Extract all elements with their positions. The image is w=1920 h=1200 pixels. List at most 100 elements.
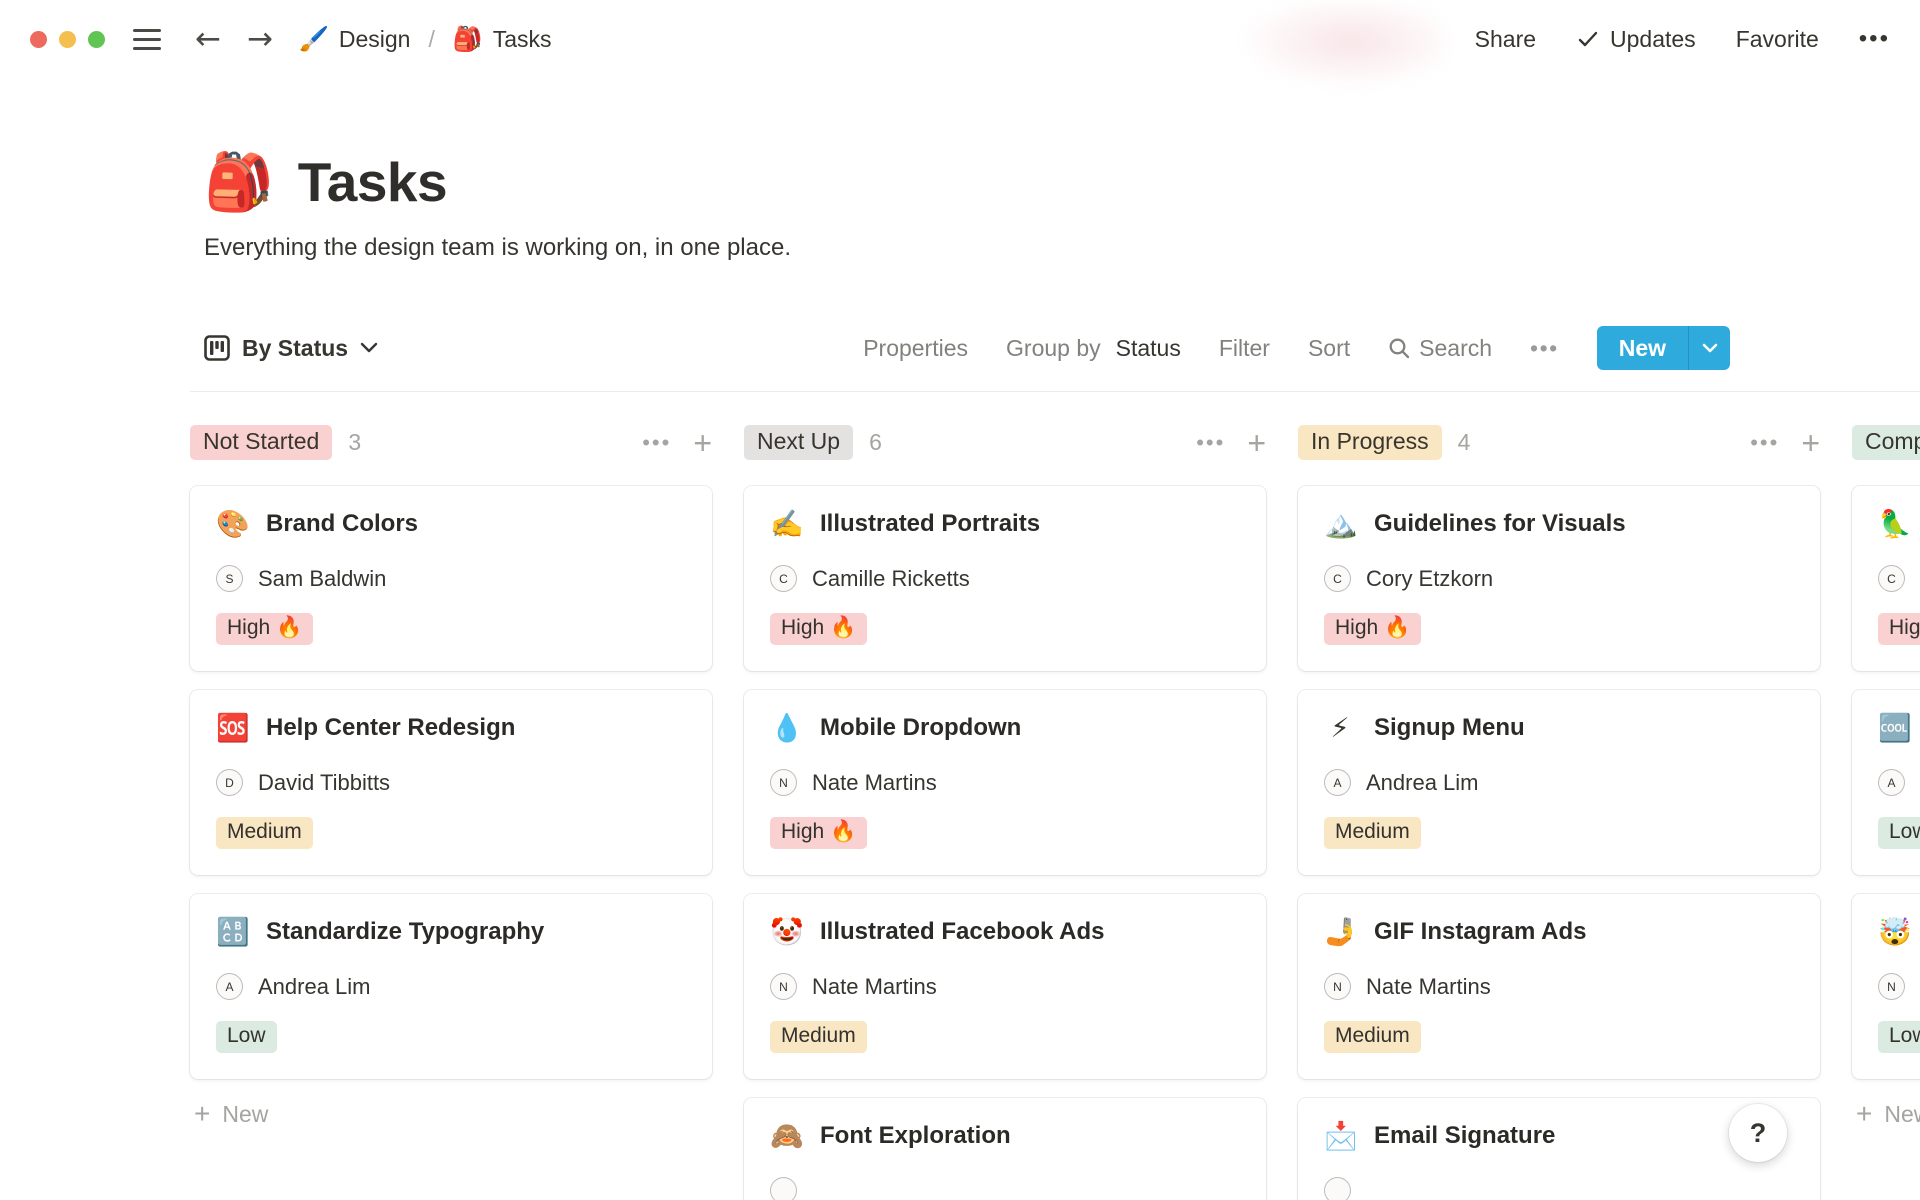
- minimize-window-icon[interactable]: [59, 30, 76, 48]
- card-title-row: 🆒E: [1878, 714, 1920, 742]
- task-icon-illustrated-portraits: ✍️: [770, 508, 804, 539]
- task-icon-e: 🆒: [1878, 712, 1912, 743]
- status-label-completed[interactable]: Completed: [1852, 425, 1920, 460]
- filter-button[interactable]: Filter: [1219, 335, 1270, 362]
- new-button-group: New: [1596, 326, 1730, 370]
- more-options-button[interactable]: •••: [1859, 25, 1890, 53]
- priority-badge: High 🔥: [770, 613, 868, 645]
- assignee-row: CC: [1878, 565, 1920, 592]
- column-more-icon[interactable]: •••: [642, 430, 671, 456]
- task-card-mobile-dropdown[interactable]: 💧 Mobile Dropdown N Nate Martins High 🔥: [744, 690, 1266, 875]
- new-dropdown-button[interactable]: [1688, 326, 1730, 370]
- maximize-window-icon[interactable]: [88, 30, 105, 48]
- column-header-actions: ••• +: [642, 427, 712, 459]
- task-card-u[interactable]: 🦜U CC High: [1852, 486, 1920, 671]
- task-card-guidelines-for-visuals[interactable]: 🏔️ Guidelines for Visuals C Cory Etzkorn Hig…: [1298, 486, 1820, 671]
- avatar: N: [770, 973, 797, 1000]
- back-arrow-icon[interactable]: ←: [195, 23, 221, 55]
- column-header-completed: Completed•••+: [1852, 425, 1920, 460]
- task-title: Mobile Dropdown: [820, 714, 1022, 741]
- card-title-row: ✍️ Illustrated Portraits: [770, 510, 1240, 538]
- avatar: N: [1878, 973, 1905, 1000]
- page-subtitle: Everything the design team is working on…: [204, 234, 792, 261]
- column-more-icon[interactable]: •••: [1196, 430, 1225, 456]
- task-title: Guidelines for Visuals: [1374, 510, 1626, 537]
- plus-icon: +: [1856, 1098, 1873, 1129]
- sidebar-menu-icon[interactable]: [133, 28, 161, 50]
- toolbar-more-button[interactable]: •••: [1530, 335, 1559, 362]
- new-button[interactable]: New: [1596, 326, 1688, 370]
- task-icon-email-signature: 📩: [1324, 1120, 1358, 1151]
- priority-badge: Low: [216, 1021, 277, 1053]
- board-view-icon: [204, 335, 230, 361]
- search-button[interactable]: Search: [1388, 335, 1492, 362]
- sort-button[interactable]: Sort: [1308, 335, 1350, 362]
- task-icon-font-exploration: 🙈: [770, 1120, 804, 1151]
- task-card-e[interactable]: 🆒E AA Low: [1852, 690, 1920, 875]
- column-header-actions: ••• +: [1750, 427, 1820, 459]
- close-window-icon[interactable]: [30, 30, 47, 48]
- card-title-row: 🏔️ Guidelines for Visuals: [1324, 510, 1794, 538]
- task-card-illustrated-portraits[interactable]: ✍️ Illustrated Portraits C Camille Ricketts…: [744, 486, 1266, 671]
- column-more-icon[interactable]: •••: [1750, 430, 1779, 456]
- column-add-icon[interactable]: +: [693, 427, 712, 459]
- column-new-button[interactable]: + New: [190, 1098, 712, 1130]
- priority-badge: Medium: [1324, 1021, 1421, 1053]
- card-title-row: 🎨 Brand Colors: [216, 510, 686, 538]
- task-card-font-exploration[interactable]: 🙈 Font Exploration: [744, 1098, 1266, 1200]
- breadcrumb-design[interactable]: Design: [339, 26, 411, 53]
- assignee-row: N Nate Martins: [1324, 973, 1794, 1000]
- column-count: 6: [869, 429, 882, 455]
- task-card-help-center-redesign[interactable]: 🆘 Help Center Redesign D David Tibbitts Medi…: [190, 690, 712, 875]
- assignee-row: C Cory Etzkorn: [1324, 565, 1794, 592]
- task-card-signup-menu[interactable]: ⚡ Signup Menu A Andrea Lim Medium: [1298, 690, 1820, 875]
- forward-arrow-icon[interactable]: →: [247, 23, 273, 55]
- help-button[interactable]: ?: [1729, 1104, 1787, 1162]
- status-label-in-progress[interactable]: In Progress: [1298, 425, 1442, 460]
- card-title-row: 📩 Email Signature: [1324, 1122, 1794, 1150]
- task-title: Email Signature: [1374, 1122, 1556, 1149]
- avatar: A: [1878, 769, 1905, 796]
- card-title-row: 🦜U: [1878, 510, 1920, 538]
- priority-badge: High: [1878, 613, 1920, 645]
- new-label: New: [1884, 1100, 1920, 1127]
- updates-button[interactable]: Updates: [1576, 26, 1696, 53]
- task-card-h[interactable]: 🤯H NN Low: [1852, 894, 1920, 1079]
- chevron-down-icon: [1702, 343, 1717, 352]
- favorite-button[interactable]: Favorite: [1736, 26, 1819, 53]
- avatar: C: [770, 565, 797, 592]
- task-title: Brand Colors: [266, 510, 419, 537]
- column-add-icon[interactable]: +: [1801, 427, 1820, 459]
- column-new-button[interactable]: + New: [1852, 1098, 1920, 1130]
- kanban-board: Not Started 3 ••• + 🎨 Brand Colors S Sam Baldwi…: [0, 392, 1920, 1200]
- assignee-name: David Tibbitts: [258, 769, 391, 795]
- task-card-brand-colors[interactable]: 🎨 Brand Colors S Sam Baldwin High 🔥: [190, 486, 712, 671]
- card-title-row: 🤳 GIF Instagram Ads: [1324, 918, 1794, 946]
- assignee-row: S Sam Baldwin: [216, 565, 686, 592]
- share-button[interactable]: Share: [1475, 26, 1536, 53]
- assignee-row: N Nate Martins: [770, 769, 1240, 796]
- avatar: [1324, 1177, 1351, 1200]
- task-icon-guidelines-for-visuals: 🏔️: [1324, 508, 1358, 539]
- properties-button[interactable]: Properties: [863, 335, 968, 362]
- task-title: Help Center Redesign: [266, 714, 516, 741]
- group-by-button[interactable]: Group by Status: [1006, 335, 1181, 362]
- status-label-next-up[interactable]: Next Up: [744, 425, 854, 460]
- breadcrumb-tasks[interactable]: Tasks: [493, 26, 552, 53]
- task-title: Illustrated Facebook Ads: [820, 918, 1105, 945]
- avatar: S: [216, 565, 243, 592]
- task-card-illustrated-facebook-ads[interactable]: 🤡 Illustrated Facebook Ads N Nate Martins Me…: [744, 894, 1266, 1079]
- view-switcher[interactable]: By Status: [204, 335, 378, 362]
- search-icon: [1389, 338, 1410, 358]
- view-toolbar: By Status Properties Group by Status Fil…: [204, 326, 1730, 370]
- board-column-next-up: Next Up 6 ••• + ✍️ Illustrated Portraits C Cami…: [744, 425, 1266, 1200]
- avatar: C: [1878, 565, 1905, 592]
- status-label-not-started[interactable]: Not Started: [190, 425, 333, 460]
- column-add-icon[interactable]: +: [1247, 427, 1266, 459]
- page-title: Tasks: [297, 151, 448, 213]
- task-card-gif-instagram-ads[interactable]: 🤳 GIF Instagram Ads N Nate Martins Medium: [1298, 894, 1820, 1079]
- column-header-in-progress: In Progress 4 ••• +: [1298, 425, 1820, 460]
- assignee-row: AA: [1878, 769, 1920, 796]
- task-card-standardize-typography[interactable]: 🔠 Standardize Typography A Andrea Lim Low: [190, 894, 712, 1079]
- page-icon-backpack[interactable]: 🎒: [204, 154, 274, 210]
